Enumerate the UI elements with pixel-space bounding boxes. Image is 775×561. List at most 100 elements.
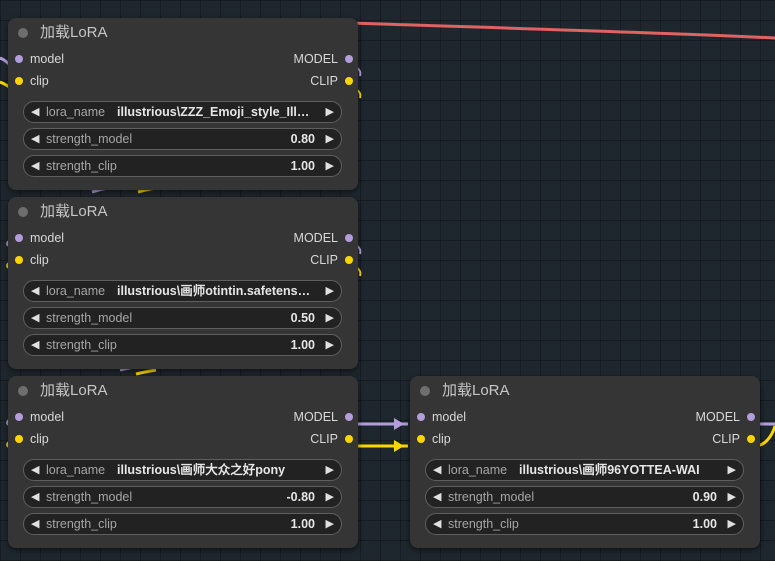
left-triangle-icon[interactable]: ◀ <box>31 335 39 355</box>
lora-node[interactable]: 加载LoRA model MODEL clip CLIP ◀ lora_name… <box>8 376 358 548</box>
left-triangle-icon[interactable]: ◀ <box>31 308 39 328</box>
output-slot-model[interactable]: MODEL <box>294 48 353 70</box>
output-slot-clip[interactable]: CLIP <box>310 428 353 450</box>
input-dot-model[interactable] <box>15 413 23 421</box>
input-slot-model[interactable]: model <box>15 406 64 428</box>
node-dot-icon <box>420 386 430 396</box>
lora-name-combo[interactable]: ◀ lora_name illustrious\画师96YOTTEA-WAI ▶ <box>425 459 744 481</box>
widget-label: strength_clip <box>46 517 117 531</box>
input-label-model: model <box>30 410 65 424</box>
node-dot-icon <box>18 386 28 396</box>
strength-model-stepper[interactable]: ◀ strength_model 0.80 ▶ <box>23 128 342 150</box>
node-title-bar[interactable]: 加载LoRA <box>8 197 358 227</box>
output-dot-clip[interactable] <box>345 256 353 264</box>
left-triangle-icon[interactable]: ◀ <box>31 460 39 480</box>
input-slot-model[interactable]: model <box>417 406 466 428</box>
node-title-bar[interactable]: 加载LoRA <box>8 18 358 48</box>
slot-row-clip: clip CLIP <box>8 249 358 271</box>
node-dot-icon <box>18 207 28 217</box>
widget-label: strength_clip <box>46 338 117 352</box>
input-slot-clip[interactable]: clip <box>15 70 49 92</box>
right-triangle-icon[interactable]: ▶ <box>326 281 334 301</box>
strength-clip-stepper[interactable]: ◀ strength_clip 1.00 ▶ <box>23 513 342 535</box>
left-triangle-icon[interactable]: ◀ <box>433 514 441 534</box>
strength-clip-value: 1.00 <box>290 338 315 352</box>
input-dot-clip[interactable] <box>15 256 23 264</box>
strength-model-stepper[interactable]: ◀ strength_model -0.80 ▶ <box>23 486 342 508</box>
output-slot-model[interactable]: MODEL <box>294 227 353 249</box>
strength-clip-stepper[interactable]: ◀ strength_clip 1.00 ▶ <box>23 155 342 177</box>
right-triangle-icon[interactable]: ▶ <box>326 156 334 176</box>
strength-model-stepper[interactable]: ◀ strength_model 0.50 ▶ <box>23 307 342 329</box>
lora-name-value: illustrious\画师大众之好pony <box>117 463 286 477</box>
input-dot-clip[interactable] <box>15 77 23 85</box>
input-slot-model[interactable]: model <box>15 48 64 70</box>
input-dot-clip[interactable] <box>417 435 425 443</box>
right-triangle-icon[interactable]: ▶ <box>326 460 334 480</box>
left-triangle-icon[interactable]: ◀ <box>31 129 39 149</box>
strength-model-value: 0.80 <box>290 132 315 146</box>
left-triangle-icon[interactable]: ◀ <box>433 460 441 480</box>
output-slot-model[interactable]: MODEL <box>696 406 755 428</box>
lora-name-combo[interactable]: ◀ lora_name illustrious\画师otintin.safete… <box>23 280 342 302</box>
lora-node[interactable]: 加载LoRA model MODEL clip CLIP ◀ lora_name… <box>8 18 358 190</box>
left-triangle-icon[interactable]: ◀ <box>433 487 441 507</box>
right-triangle-icon[interactable]: ▶ <box>326 514 334 534</box>
right-triangle-icon[interactable]: ▶ <box>728 460 736 480</box>
strength-model-stepper[interactable]: ◀ strength_model 0.90 ▶ <box>425 486 744 508</box>
widget-label: lora_name <box>46 284 106 298</box>
output-label-clip: CLIP <box>712 432 740 446</box>
output-dot-clip[interactable] <box>345 77 353 85</box>
widget-label: lora_name <box>448 463 508 477</box>
output-dot-model[interactable] <box>345 413 353 421</box>
input-label-model: model <box>30 52 65 66</box>
slot-row-model: model MODEL <box>410 406 760 428</box>
left-triangle-icon[interactable]: ◀ <box>31 102 39 122</box>
strength-clip-stepper[interactable]: ◀ strength_clip 1.00 ▶ <box>23 334 342 356</box>
lora-name-combo[interactable]: ◀ lora_name illustrious\ZZZ_Emoji_style_… <box>23 101 342 123</box>
input-dot-model[interactable] <box>15 234 23 242</box>
input-slot-clip[interactable]: clip <box>15 249 49 271</box>
node-title-bar[interactable]: 加载LoRA <box>410 376 760 406</box>
input-slot-clip[interactable]: clip <box>15 428 49 450</box>
left-triangle-icon[interactable]: ◀ <box>31 487 39 507</box>
input-slot-clip[interactable]: clip <box>417 428 451 450</box>
left-triangle-icon[interactable]: ◀ <box>31 281 39 301</box>
output-dot-clip[interactable] <box>747 435 755 443</box>
output-dot-model[interactable] <box>747 413 755 421</box>
right-triangle-icon[interactable]: ▶ <box>326 129 334 149</box>
right-triangle-icon[interactable]: ▶ <box>326 308 334 328</box>
widget-label: lora_name <box>46 105 106 119</box>
output-slot-clip[interactable]: CLIP <box>712 428 755 450</box>
input-dot-model[interactable] <box>15 55 23 63</box>
output-dot-model[interactable] <box>345 55 353 63</box>
output-slot-model[interactable]: MODEL <box>294 406 353 428</box>
lora-node[interactable]: 加载LoRA model MODEL clip CLIP ◀ lora_name… <box>8 197 358 369</box>
right-triangle-icon[interactable]: ▶ <box>326 335 334 355</box>
output-dot-model[interactable] <box>345 234 353 242</box>
left-triangle-icon[interactable]: ◀ <box>31 156 39 176</box>
node-title-bar[interactable]: 加载LoRA <box>8 376 358 406</box>
input-label-clip: clip <box>30 432 49 446</box>
output-label-clip: CLIP <box>310 432 338 446</box>
strength-model-value: 0.50 <box>290 311 315 325</box>
input-label-model: model <box>30 231 65 245</box>
input-dot-model[interactable] <box>417 413 425 421</box>
widget-label: lora_name <box>46 463 106 477</box>
output-slot-clip[interactable]: CLIP <box>310 70 353 92</box>
output-slot-clip[interactable]: CLIP <box>310 249 353 271</box>
input-label-clip: clip <box>30 253 49 267</box>
input-slot-model[interactable]: model <box>15 227 64 249</box>
right-triangle-icon[interactable]: ▶ <box>728 514 736 534</box>
node-title: 加载LoRA <box>40 382 108 399</box>
strength-clip-stepper[interactable]: ◀ strength_clip 1.00 ▶ <box>425 513 744 535</box>
lora-node[interactable]: 加载LoRA model MODEL clip CLIP ◀ lora_name… <box>410 376 760 548</box>
right-triangle-icon[interactable]: ▶ <box>728 487 736 507</box>
right-triangle-icon[interactable]: ▶ <box>326 487 334 507</box>
lora-name-combo[interactable]: ◀ lora_name illustrious\画师大众之好pony ▶ <box>23 459 342 481</box>
right-triangle-icon[interactable]: ▶ <box>326 102 334 122</box>
left-triangle-icon[interactable]: ◀ <box>31 514 39 534</box>
input-label-clip: clip <box>432 432 451 446</box>
input-dot-clip[interactable] <box>15 435 23 443</box>
output-dot-clip[interactable] <box>345 435 353 443</box>
